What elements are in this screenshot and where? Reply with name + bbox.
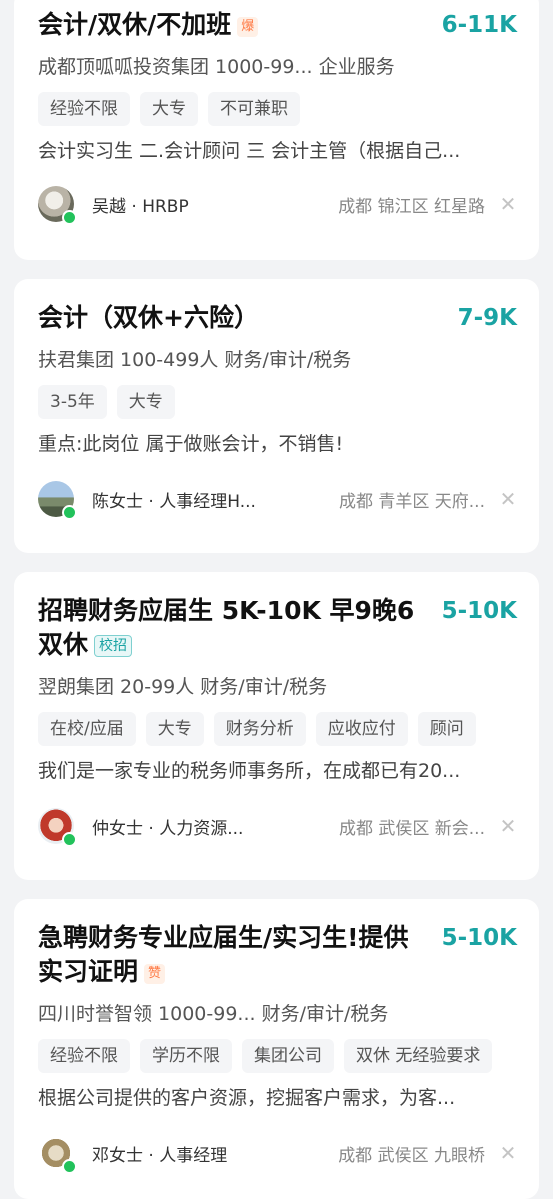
- tag: 双休 无经验要求: [344, 1039, 493, 1073]
- praise-badge: 赞: [144, 964, 166, 984]
- job-title: 会计（双休+六险）: [38, 303, 259, 332]
- recruiter-info: 陈女士 · 人事经理H...: [92, 491, 256, 512]
- online-dot-icon: [62, 210, 77, 225]
- job-title: 招聘财务应届生 5K-10K 早9晚6 双休 校招: [38, 596, 415, 659]
- job-location: 成都 锦江区 红星路: [338, 196, 485, 217]
- tag: 不可兼职: [208, 92, 300, 126]
- job-location: 成都 武侯区 新会...: [338, 818, 485, 839]
- tag: 大专: [145, 712, 204, 746]
- job-card[interactable]: 招聘财务应届生 5K-10K 早9晚6 双休 校招 5-10K 翌朗集团 20-9…: [14, 572, 539, 880]
- close-icon[interactable]: ✕: [499, 487, 517, 511]
- online-dot-icon: [62, 505, 77, 520]
- job-description: 重点:此岗位 属于做账会计，不销售!: [38, 433, 344, 455]
- salary: 6-11K: [441, 12, 517, 38]
- avatar[interactable]: [38, 186, 77, 225]
- tag: 大专: [140, 92, 198, 126]
- online-dot-icon: [62, 1159, 77, 1174]
- tag-list: 经验不限 大专 不可兼职: [38, 92, 517, 126]
- avatar[interactable]: [38, 1135, 77, 1174]
- company-info: 翌朗集团 20-99人 财务/审计/税务: [38, 676, 328, 698]
- tag-list: 3-5年 大专: [38, 385, 517, 419]
- job-card[interactable]: 急聘财务专业应届生/实习生!提供实习证明赞 5-10K 四川时誉智领 1000-…: [14, 899, 539, 1199]
- job-title: 急聘财务专业应届生/实习生!提供实习证明赞: [38, 923, 409, 986]
- company-info: 扶君集团 100-499人 财务/审计/税务: [38, 349, 352, 371]
- job-location: 成都 青羊区 天府...: [338, 491, 485, 512]
- close-icon[interactable]: ✕: [499, 192, 517, 216]
- avatar[interactable]: [38, 808, 77, 847]
- job-location: 成都 武侯区 九眼桥: [338, 1145, 485, 1166]
- avatar[interactable]: [38, 481, 77, 520]
- job-description: 我们是一家专业的税务师事务所，在成都已有20...: [38, 760, 461, 782]
- tag-list: 经验不限 学历不限 集团公司 双休 无经验要求: [38, 1039, 517, 1073]
- salary: 7-9K: [457, 305, 517, 331]
- tag: 3-5年: [38, 385, 107, 419]
- job-title: 会计/双休/不加班爆: [38, 8, 259, 42]
- tag: 大专: [116, 385, 175, 419]
- campus-badge: 校招: [94, 635, 133, 657]
- tag: 学历不限: [140, 1039, 232, 1073]
- close-icon[interactable]: ✕: [499, 1141, 517, 1165]
- recruiter-info: 仲女士 · 人力资源...: [92, 818, 244, 839]
- recruiter-info: 吴越 · HRBP: [92, 196, 189, 217]
- job-card[interactable]: 会计（双休+六险） 7-9K 扶君集团 100-499人 财务/审计/税务 3-…: [14, 279, 539, 553]
- tag: 集团公司: [242, 1039, 334, 1073]
- job-card[interactable]: 会计/双休/不加班爆 6-11K 成都顶呱呱投资集团 1000-99... 企业…: [14, 0, 539, 260]
- tag: 经验不限: [38, 1039, 130, 1073]
- tag: 顾问: [417, 712, 476, 746]
- salary: 5-10K: [441, 598, 517, 624]
- tag: 在校/应届: [38, 712, 136, 746]
- close-icon[interactable]: ✕: [499, 814, 517, 838]
- tag: 应收应付: [315, 712, 408, 746]
- job-list: 会计/双休/不加班爆 6-11K 成都顶呱呱投资集团 1000-99... 企业…: [0, 0, 553, 1199]
- company-info: 成都顶呱呱投资集团 1000-99... 企业服务: [38, 56, 395, 78]
- tag: 财务分析: [213, 712, 306, 746]
- job-description: 根据公司提供的客户资源，挖掘客户需求，为客...: [38, 1087, 456, 1109]
- tag-list: 在校/应届 大专 财务分析 应收应付 顾问: [38, 712, 517, 746]
- tag: 经验不限: [38, 92, 130, 126]
- salary: 5-10K: [441, 925, 517, 951]
- company-info: 四川时誉智领 1000-99... 财务/审计/税务: [38, 1003, 389, 1025]
- job-description: 会计实习生 二.会计顾问 三 会计主管（根据自己...: [38, 140, 461, 162]
- hot-badge: 爆: [237, 17, 259, 37]
- recruiter-info: 邓女士 · 人事经理: [92, 1145, 228, 1166]
- online-dot-icon: [62, 832, 77, 847]
